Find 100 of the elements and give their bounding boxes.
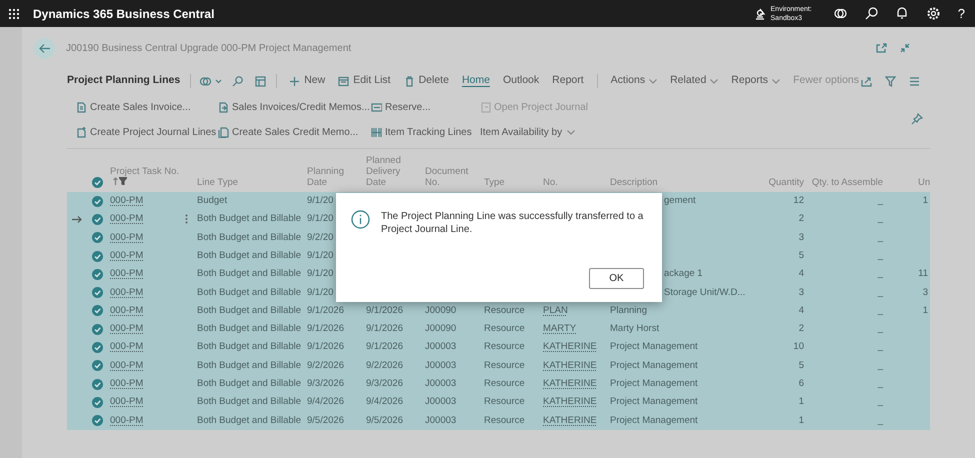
- search-icon[interactable]: [864, 7, 878, 20]
- table-cell: J00003: [425, 358, 456, 373]
- task-link[interactable]: 000-PM: [110, 194, 144, 208]
- fewer-options-link[interactable]: Fewer options: [793, 73, 860, 89]
- select-all-checkbox[interactable]: [92, 177, 103, 188]
- column-header[interactable]: Description: [610, 177, 748, 188]
- task-link[interactable]: 000-PM: [110, 267, 144, 282]
- row-checkbox[interactable]: [92, 250, 103, 262]
- table-cell-text: _: [878, 248, 883, 263]
- new-button[interactable]: New: [289, 73, 326, 89]
- action-button[interactable]: Create Sales Credit Memo...: [218, 124, 371, 140]
- row-checkbox[interactable]: [92, 268, 103, 280]
- tab[interactable]: Report: [552, 73, 584, 89]
- column-header[interactable]: Un: [918, 177, 928, 188]
- task-link[interactable]: 000-PM: [110, 248, 144, 264]
- action-button[interactable]: Create Project Journal Lines: [76, 124, 218, 140]
- column-header[interactable]: Type: [484, 177, 539, 188]
- collapse-icon[interactable]: [900, 43, 910, 53]
- table-cell: 9/1/20: [307, 194, 334, 208]
- table-cell-text: Both Budget and Billable: [197, 286, 302, 300]
- edit-button[interactable]: Edit List: [338, 73, 391, 89]
- table-cell: 9/5/2026: [307, 414, 344, 428]
- table-cell: 9/1/20: [307, 267, 334, 282]
- tab[interactable]: Outlook: [502, 73, 540, 89]
- row-checkbox[interactable]: [92, 214, 103, 225]
- row-checkbox[interactable]: [92, 232, 103, 244]
- share-icon[interactable]: [861, 76, 873, 86]
- table-cell-text: 9/1/2026: [366, 340, 403, 354]
- column-header[interactable]: Line Type: [197, 177, 303, 188]
- row-checkbox[interactable]: [92, 360, 103, 372]
- number-link[interactable]: KATHERINE: [543, 376, 597, 392]
- task-link[interactable]: 000-PM: [110, 212, 144, 227]
- row-checkbox[interactable]: [92, 287, 103, 298]
- open-in-new-window-icon[interactable]: [876, 43, 887, 53]
- table-cell-text: 2: [798, 212, 804, 226]
- table-cell-text: 10: [793, 340, 804, 354]
- menu-button[interactable]: Actions: [610, 73, 658, 89]
- tab[interactable]: Home: [462, 73, 490, 89]
- column-header[interactable]: No.: [543, 177, 606, 188]
- column-header[interactable]: Quantity: [752, 177, 804, 188]
- filter-icon[interactable]: [885, 76, 896, 86]
- row-checkbox[interactable]: [92, 415, 103, 426]
- delete-button[interactable]: Delete: [404, 73, 449, 89]
- action-button[interactable]: Sales Invoices/Credit Memos...: [218, 100, 371, 114]
- action-button[interactable]: Item Tracking Lines: [371, 124, 480, 140]
- menu-button[interactable]: Reports: [731, 73, 780, 89]
- row-checkbox[interactable]: [92, 378, 103, 390]
- task-link[interactable]: 000-PM: [110, 286, 144, 300]
- number-link[interactable]: MARTY: [543, 322, 576, 336]
- number-link[interactable]: KATHERINE: [543, 395, 597, 410]
- row-checkbox[interactable]: [92, 324, 103, 335]
- number-link[interactable]: KATHERINE: [543, 358, 597, 373]
- table-cell: ackage 1: [664, 267, 703, 282]
- ok-button[interactable]: OK: [589, 268, 644, 289]
- back-button[interactable]: [34, 38, 55, 58]
- chevron-down-icon: [772, 78, 780, 84]
- table-cell-text: 9/4/2026: [366, 395, 403, 410]
- row-checkbox[interactable]: [92, 342, 103, 354]
- settings-icon[interactable]: [926, 7, 940, 20]
- help-button[interactable]: ?: [958, 4, 965, 24]
- table-cell: Both Budget and Billable: [197, 230, 302, 245]
- table-cell-text: Both Budget and Billable: [197, 212, 302, 226]
- task-link[interactable]: 000-PM: [110, 358, 144, 373]
- action-button[interactable]: Reserve...: [371, 100, 480, 114]
- column-header[interactable]: Planned Delivery Date: [366, 155, 421, 188]
- row-checkbox[interactable]: [92, 396, 103, 408]
- number-link[interactable]: PLAN: [543, 304, 568, 318]
- task-link[interactable]: 000-PM: [110, 230, 144, 245]
- column-header[interactable]: Planning Date: [307, 166, 362, 188]
- table-cell-text: 5: [798, 248, 804, 263]
- table-cell: Resource: [484, 322, 525, 336]
- task-link[interactable]: 000-PM: [110, 395, 144, 410]
- number-link[interactable]: KATHERINE: [543, 340, 597, 355]
- column-header[interactable]: Project Task No.: [110, 166, 179, 177]
- pin-icon[interactable]: [911, 113, 923, 125]
- list-title: Project Planning Lines: [67, 73, 180, 88]
- action-button[interactable]: Create Sales Invoice...: [76, 100, 218, 114]
- filter-icon[interactable]: [119, 177, 127, 185]
- bell-icon[interactable]: [896, 7, 908, 20]
- column-header[interactable]: Document No.: [425, 166, 480, 188]
- row-checkbox[interactable]: [92, 196, 103, 207]
- menu-button[interactable]: Item Availability by: [480, 124, 620, 140]
- more-options-icon[interactable]: [185, 214, 188, 224]
- sort-ascending-icon[interactable]: [113, 177, 118, 185]
- layout-icon[interactable]: [255, 76, 266, 86]
- grid-pencil-icon: [338, 76, 350, 86]
- row-checkbox[interactable]: [92, 305, 103, 316]
- task-link[interactable]: 000-PM: [110, 414, 144, 428]
- task-link[interactable]: 000-PM: [110, 340, 144, 355]
- menu-button[interactable]: Related: [670, 73, 718, 89]
- task-link[interactable]: 000-PM: [110, 322, 144, 336]
- app-launcher-icon[interactable]: [8, 8, 20, 20]
- document-arrow-icon: [218, 102, 229, 112]
- list-icon[interactable]: [909, 76, 920, 86]
- task-link[interactable]: 000-PM: [110, 304, 144, 318]
- overlapping-circles-icon[interactable]: [834, 7, 847, 20]
- app-title: Dynamics 365 Business Central: [33, 6, 214, 22]
- number-link[interactable]: KATHERINE: [543, 414, 597, 428]
- column-header[interactable]: Qty. to Assemble: [808, 177, 883, 188]
- task-link[interactable]: 000-PM: [110, 376, 144, 392]
